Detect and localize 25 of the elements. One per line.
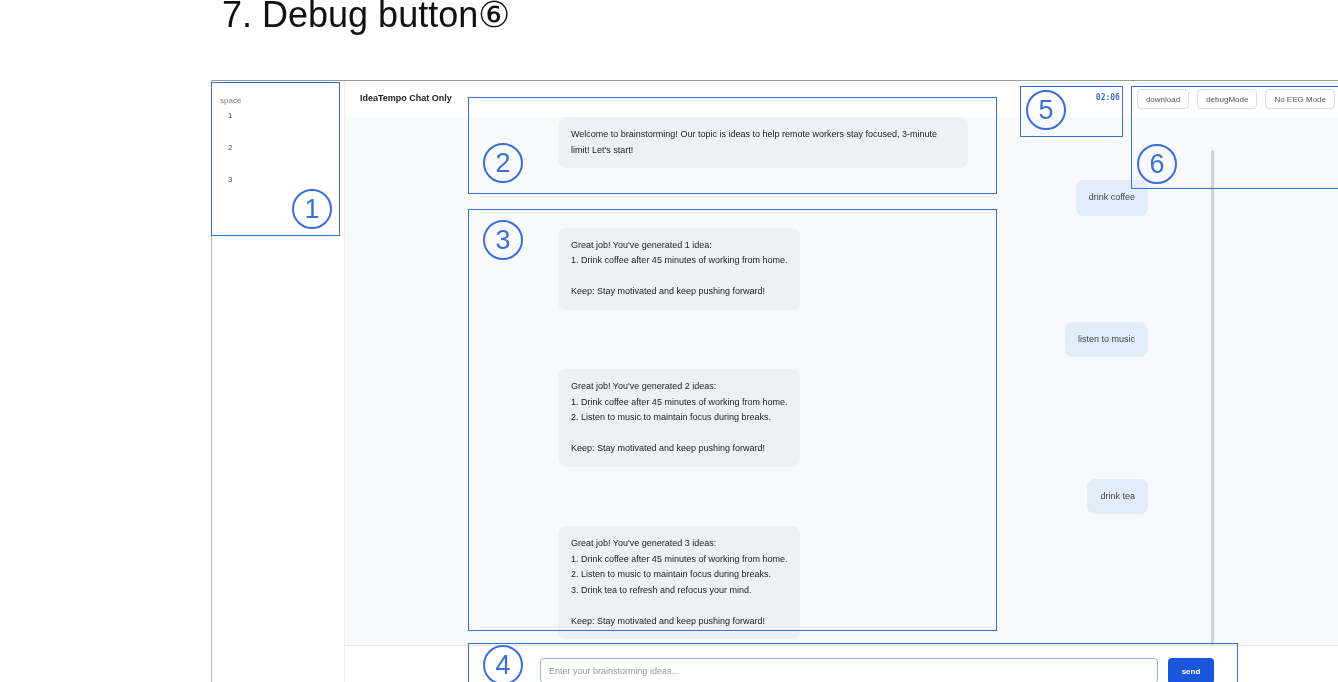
annotation-number: 4 [483, 645, 523, 682]
user-message: drink coffee [1075, 180, 1148, 216]
header-button[interactable]: download [1136, 89, 1190, 109]
bot-message: Great job! You've generated 3 ideas: 1. Drink coffee after 45 minutes of working from home. 2. Listen to music to maintain focus during breaks. 3. Drink tea to refresh and refocus your mind. Keep: Stay motivated and keep pushing forward! [558, 526, 801, 639]
annotation-number: 1 [292, 189, 332, 229]
annotation-number: 6 [1137, 144, 1177, 184]
timer: 02:06 [1095, 93, 1120, 102]
scrollbar[interactable] [1211, 150, 1214, 645]
bot-message: Great job! You've generated 1 idea: 1. Drink coffee after 45 minutes of working from home. Keep: Stay motivated and keep pushing forward! [558, 227, 801, 310]
message-input[interactable]: Enter your brainstorming ideas... [540, 658, 1158, 682]
header-button[interactable]: No EEG Mode [1265, 89, 1335, 109]
send-button[interactable]: send [1168, 658, 1214, 682]
user-message: listen to music [1064, 321, 1148, 357]
header-button[interactable]: debugMode [1197, 89, 1258, 109]
annotation-number: 2 [483, 143, 523, 183]
app-title: IdeaTempo Chat Only [360, 93, 452, 103]
user-message: drink tea [1087, 478, 1148, 514]
bot-message: Great job! You've generated 2 ideas: 1. Drink coffee after 45 minutes of working from home. 2. Listen to music to maintain focus during breaks. Keep: Stay motivated and keep pushing forward! [558, 369, 801, 467]
bot-message: Welcome to brainstorming! Our topic is ideas to help remote workers stay focused, 3-minute limit! Let's start! [558, 117, 968, 168]
section-heading: 7. Debug button⑥ [222, 0, 512, 34]
sidebar-item[interactable]: 2 [212, 143, 344, 174]
sidebar-title: space [219, 96, 243, 107]
annotation-number: 5 [1026, 90, 1066, 130]
sidebar-item[interactable]: 1 [212, 111, 344, 142]
annotation-number: 3 [483, 220, 523, 260]
